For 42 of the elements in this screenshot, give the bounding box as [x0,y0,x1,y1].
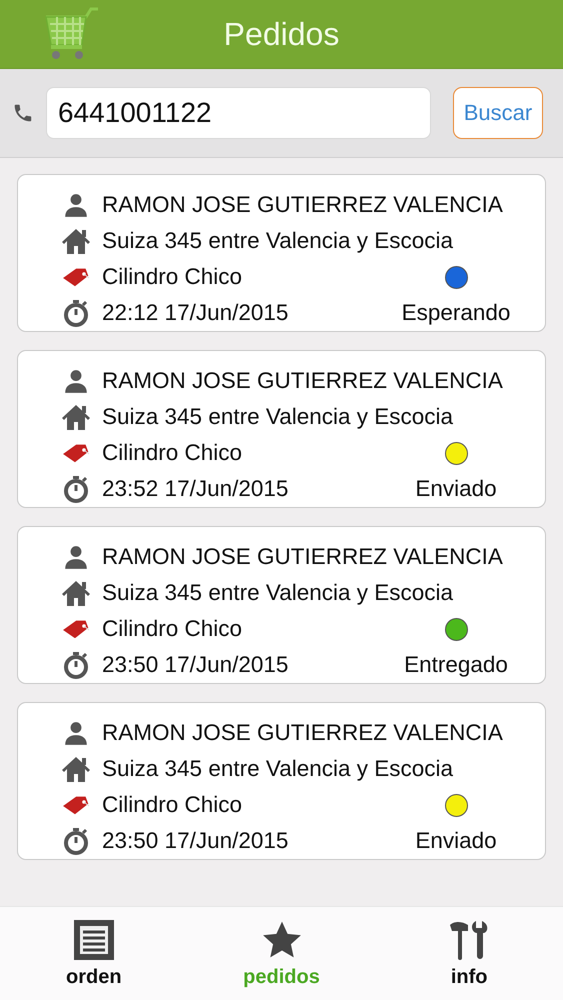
page-title: Pedidos [224,16,340,52]
customer-name: RAMON JOSE GUTIERREZ VALENCIA [101,544,503,570]
stopwatch-icon [62,475,90,503]
order-card[interactable]: RAMON JOSE GUTIERREZ VALENCIA Suiza 345 entre Valencia y Escocia Cilindro Chico 23:50 17/Jun/2015 Entregado [17,526,546,684]
tab[interactable]: info [375,907,563,1000]
product-text: Cilindro Chico [101,440,242,466]
order-time: 23:50 17/Jun/2015 [101,652,288,678]
order-card[interactable]: RAMON JOSE GUTIERREZ VALENCIA Suiza 345 entre Valencia y Escocia Cilindro Chico 23:52 17/Jun/2015 Enviado [17,350,546,508]
person-icon [63,192,89,218]
house-icon [61,227,91,255]
customer-name: RAMON JOSE GUTIERREZ VALENCIA [101,720,503,746]
customer-name: RAMON JOSE GUTIERREZ VALENCIA [101,368,503,394]
person-icon [63,544,89,570]
customer-name: RAMON JOSE GUTIERREZ VALENCIA [101,192,503,218]
order-card[interactable]: RAMON JOSE GUTIERREZ VALENCIA Suiza 345 entre Valencia y Escocia Cilindro Chico 23:50 17/Jun/2015 Enviado [17,702,546,860]
house-icon [61,579,91,607]
order-time: 23:52 17/Jun/2015 [101,476,288,502]
address-text: Suiza 345 entre Valencia y Escocia [101,756,454,782]
status-text: Entregado [404,652,508,678]
product-text: Cilindro Chico [101,616,242,642]
order-card[interactable]: RAMON JOSE GUTIERREZ VALENCIA Suiza 345 entre Valencia y Escocia Cilindro Chico 22:12 17/Jun/2015 Esperando [17,174,546,332]
status-text: Esperando [402,300,510,326]
stopwatch-icon [62,651,90,679]
status-text: Enviado [415,828,497,854]
address-text: Suiza 345 entre Valencia y Escocia [101,228,454,254]
address-text: Suiza 345 entre Valencia y Escocia [101,580,454,606]
tab[interactable]: orden [0,907,188,1000]
stopwatch-icon [62,827,90,855]
person-icon [63,368,89,394]
search-button[interactable]: Buscar [452,87,543,139]
status-text: Enviado [415,476,497,502]
stopwatch-icon [62,299,90,327]
list-icon [72,918,115,960]
house-icon [61,755,91,783]
address-text: Suiza 345 entre Valencia y Escocia [101,404,454,430]
house-icon [61,403,91,431]
phone-search-field[interactable]: 6441001122 [46,87,431,139]
order-time: 22:12 17/Jun/2015 [101,300,288,326]
product-text: Cilindro Chico [101,792,242,818]
product-text: Cilindro Chico [101,264,242,290]
person-icon [63,720,89,746]
order-time: 23:50 17/Jun/2015 [101,828,288,854]
